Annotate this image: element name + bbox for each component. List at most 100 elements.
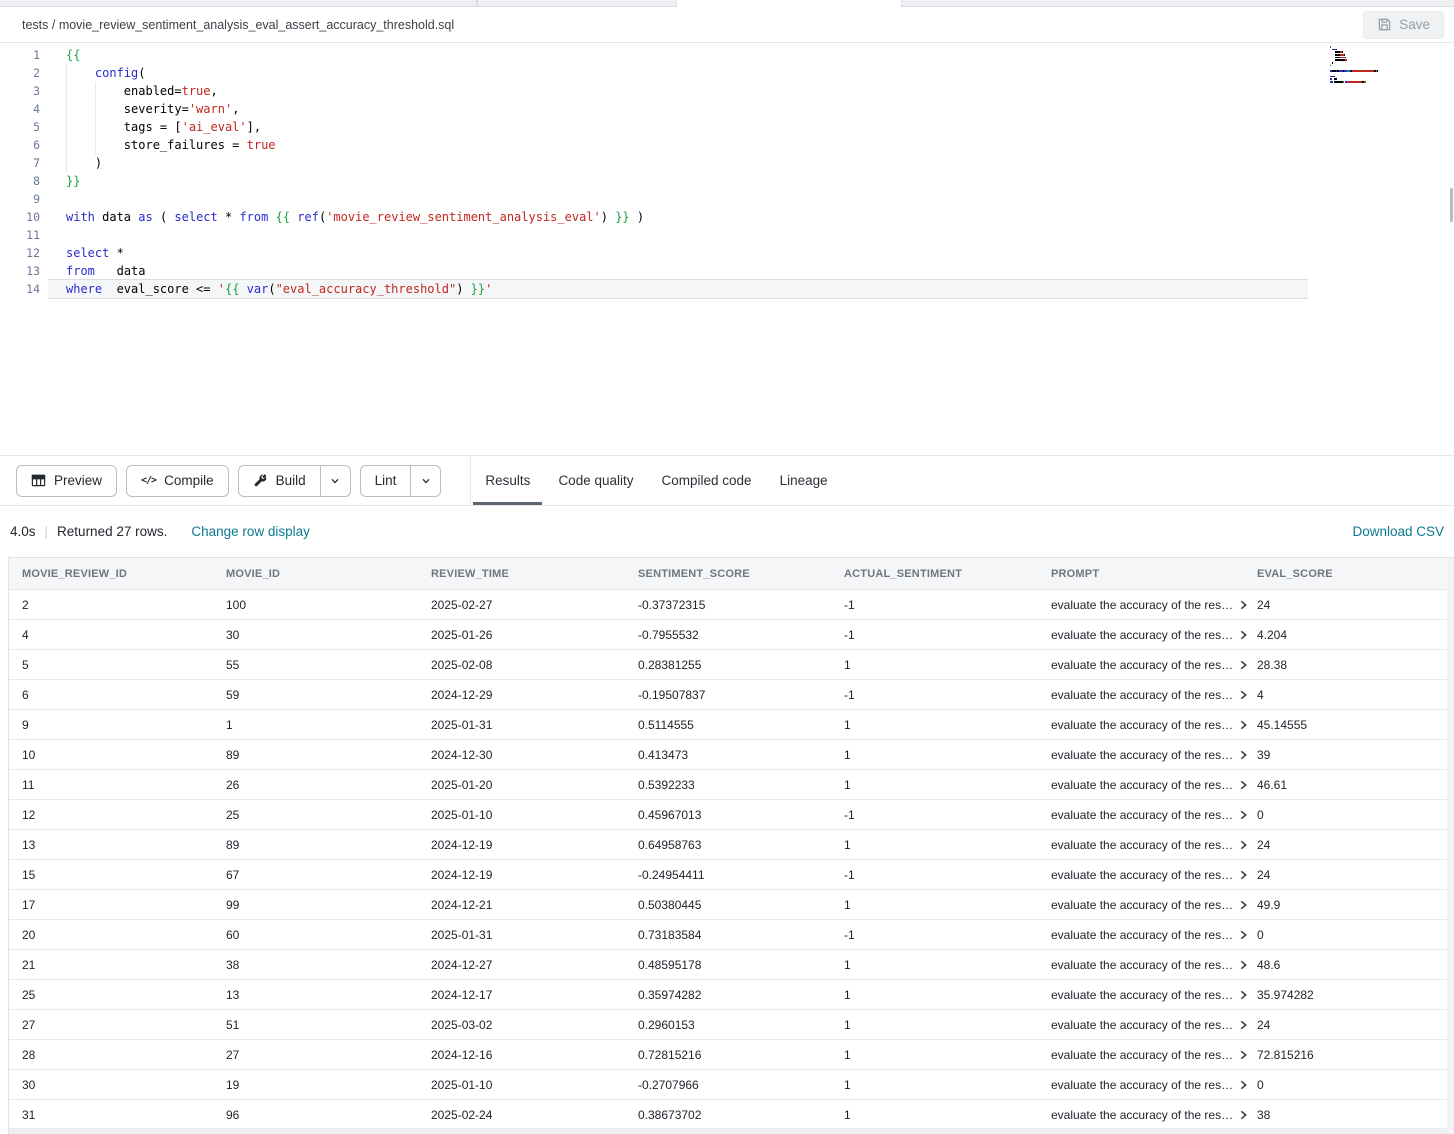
code-line[interactable]: config(: [66, 64, 1326, 82]
editor-scrollbar-thumb[interactable]: [1450, 188, 1453, 222]
cell-prompt: evaluate the accuracy of the res…: [1051, 958, 1257, 972]
build-button[interactable]: Build: [238, 465, 321, 497]
code-editor[interactable]: 1234567891011121314 {{ config( enabled=t…: [0, 43, 1454, 455]
cell-review-time: 2025-03-02: [431, 1018, 638, 1032]
expand-prompt-icon[interactable]: [1239, 1020, 1248, 1030]
minimap-line: [1330, 49, 1448, 51]
cell-prompt: evaluate the accuracy of the res…: [1051, 928, 1257, 942]
cell-actual-sentiment: 1: [844, 958, 1051, 972]
indent-guide: [66, 64, 67, 172]
expand-prompt-icon[interactable]: [1239, 810, 1248, 820]
expand-prompt-icon[interactable]: [1239, 900, 1248, 910]
code-line[interactable]: ): [66, 154, 1326, 172]
file-tab-fragment[interactable]: [0, 0, 477, 7]
expand-prompt-icon[interactable]: [1239, 990, 1248, 1000]
expand-prompt-icon[interactable]: [1239, 930, 1248, 940]
compile-button[interactable]: </>Compile: [126, 465, 229, 497]
expand-prompt-icon[interactable]: [1239, 750, 1248, 760]
expand-prompt-icon[interactable]: [1239, 1050, 1248, 1060]
table-row: 912025-01-310.51145551evaluate the accur…: [9, 710, 1454, 740]
line-numbers: 1234567891011121314: [0, 46, 40, 298]
expand-prompt-icon[interactable]: [1239, 840, 1248, 850]
code-line[interactable]: select *: [66, 244, 1326, 262]
expand-prompt-icon[interactable]: [1239, 960, 1248, 970]
prompt-text: evaluate the accuracy of the res…: [1051, 898, 1233, 912]
lint-button[interactable]: Lint: [360, 465, 412, 497]
cell-movie-id: 60: [226, 928, 431, 942]
expand-prompt-icon[interactable]: [1239, 1110, 1248, 1120]
line-number: 9: [0, 190, 40, 208]
lint-dropdown-chevron[interactable]: [411, 465, 441, 497]
code-line[interactable]: tags = ['ai_eval'],: [66, 118, 1326, 136]
table-row: 21382024-12-270.485951781evaluate the ac…: [9, 950, 1454, 980]
download-csv-link[interactable]: Download CSV: [1352, 524, 1444, 539]
cell-actual-sentiment: 1: [844, 838, 1051, 852]
code-line[interactable]: [66, 190, 1326, 208]
expand-prompt-icon[interactable]: [1239, 690, 1248, 700]
save-label: Save: [1399, 17, 1430, 32]
code-line[interactable]: store_failures = true: [66, 136, 1326, 154]
cell-eval-score: 24: [1257, 598, 1454, 612]
cell-review-time: 2025-01-31: [431, 718, 638, 732]
table-vertical-scrollbar[interactable]: [1447, 558, 1454, 1134]
table-horizontal-scrollbar[interactable]: [9, 1128, 1447, 1134]
cell-movie-id: 51: [226, 1018, 431, 1032]
separator: |: [45, 524, 49, 539]
code-line[interactable]: [66, 226, 1326, 244]
code-content[interactable]: {{ config( enabled=true, severity='warn'…: [66, 46, 1326, 298]
code-line[interactable]: where eval_score <= '{{ var("eval_accura…: [48, 280, 1308, 298]
status-bar: 4.0s | Returned 27 rows. Change row disp…: [0, 506, 1454, 557]
code-line[interactable]: {{: [66, 46, 1326, 64]
code-line[interactable]: with data as ( select * from {{ ref('mov…: [66, 208, 1326, 226]
file-tab-fragment[interactable]: [477, 0, 677, 7]
code-line[interactable]: from data: [66, 262, 1326, 280]
code-line[interactable]: enabled=true,: [66, 82, 1326, 100]
build-dropdown-chevron[interactable]: [321, 465, 351, 497]
build-split-button: Build: [238, 465, 351, 497]
tab-compiled-code[interactable]: Compiled code: [650, 456, 764, 505]
minimap-line: [1330, 76, 1448, 78]
cell-prompt: evaluate the accuracy of the res…: [1051, 988, 1257, 1002]
expand-prompt-icon[interactable]: [1239, 1080, 1248, 1090]
tab-lineage[interactable]: Lineage: [768, 456, 840, 505]
expand-prompt-icon[interactable]: [1239, 870, 1248, 880]
table-row: 17992024-12-210.503804451evaluate the ac…: [9, 890, 1454, 920]
expand-prompt-icon[interactable]: [1239, 660, 1248, 670]
line-number: 2: [0, 64, 40, 82]
line-number: 12: [0, 244, 40, 262]
tab-results[interactable]: Results: [473, 456, 542, 505]
build-button-label: Build: [276, 473, 306, 488]
expand-prompt-icon[interactable]: [1239, 600, 1248, 610]
change-row-display-link[interactable]: Change row display: [191, 524, 310, 539]
indent-guide: [95, 82, 96, 154]
preview-button[interactable]: Preview: [16, 465, 117, 497]
cell-eval-score: 39: [1257, 748, 1454, 762]
save-button[interactable]: Save: [1363, 11, 1444, 39]
expand-prompt-icon[interactable]: [1239, 720, 1248, 730]
minimap-line: [1330, 78, 1448, 80]
toolbar-divider: [470, 456, 471, 505]
cell-movie-review-id: 30: [22, 1078, 226, 1092]
tab-code-quality[interactable]: Code quality: [546, 456, 645, 505]
cell-prompt: evaluate the accuracy of the res…: [1051, 598, 1257, 612]
table-row: 4302025-01-26-0.7955532-1evaluate the ac…: [9, 620, 1454, 650]
cell-movie-review-id: 6: [22, 688, 226, 702]
code-line[interactable]: severity='warn',: [66, 100, 1326, 118]
cell-prompt: evaluate the accuracy of the res…: [1051, 838, 1257, 852]
cell-eval-score: 4.204: [1257, 628, 1454, 642]
expand-prompt-icon[interactable]: [1239, 630, 1248, 640]
prompt-text: evaluate the accuracy of the res…: [1051, 1048, 1233, 1062]
row-count-text: Returned 27 rows.: [57, 524, 167, 539]
prompt-text: evaluate the accuracy of the res…: [1051, 958, 1233, 972]
cell-sentiment-score: 0.5392233: [638, 778, 844, 792]
expand-prompt-icon[interactable]: [1239, 780, 1248, 790]
code-line[interactable]: }}: [66, 172, 1326, 190]
cell-sentiment-score: 0.45967013: [638, 808, 844, 822]
minimap[interactable]: [1330, 46, 1448, 84]
cell-movie-id: 38: [226, 958, 431, 972]
file-tab-fragment[interactable]: [901, 0, 1454, 7]
cell-review-time: 2025-01-31: [431, 928, 638, 942]
minimap-line: [1330, 59, 1448, 61]
save-icon: [1377, 17, 1392, 32]
prompt-text: evaluate the accuracy of the res…: [1051, 868, 1233, 882]
